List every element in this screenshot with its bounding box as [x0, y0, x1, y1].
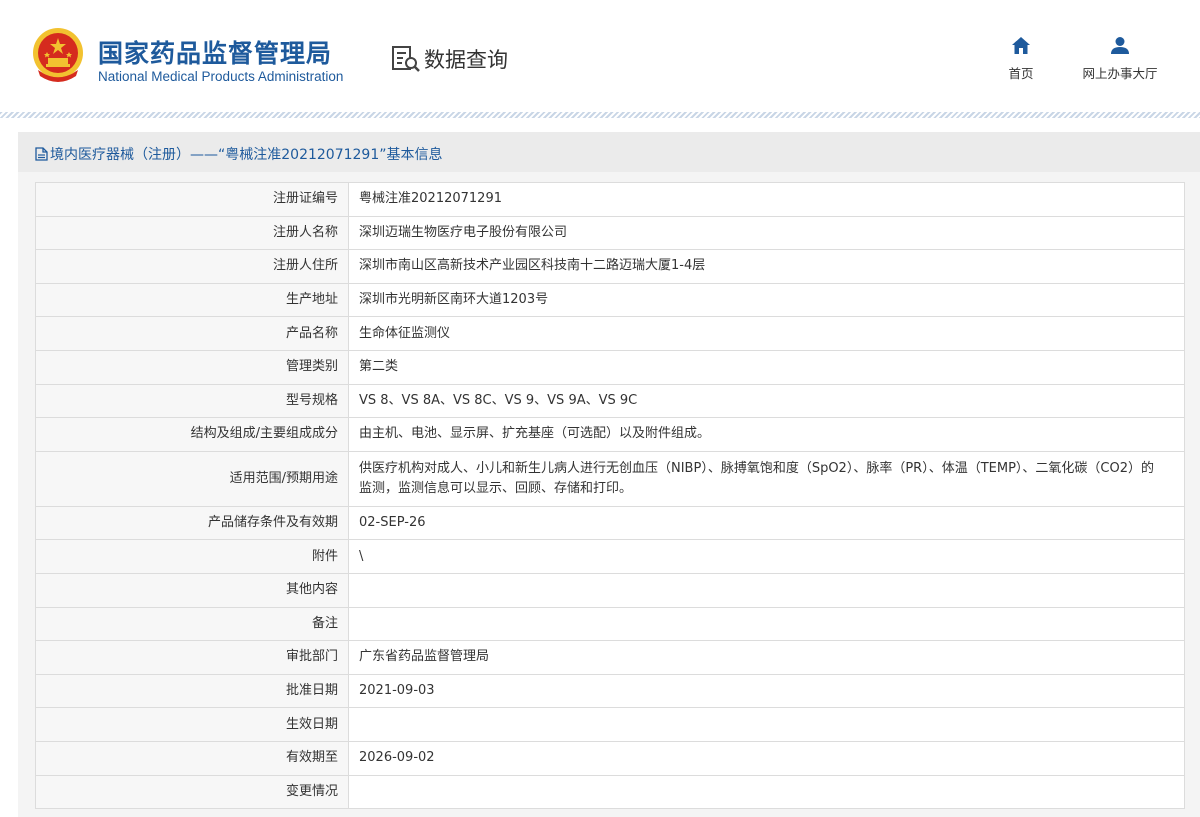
- table-row: 结构及组成/主要组成成分 由主机、电池、显示屏、扩充基座（可选配）以及附件组成。: [35, 417, 1185, 452]
- header-divider: [0, 112, 1200, 118]
- registration-info-table: 注册证编号 粤械注准20212071291 注册人名称 深圳迈瑞生物医疗电子股份有限公…: [35, 182, 1185, 810]
- row-value: [348, 774, 1185, 810]
- table-row: 生产地址 深圳市光明新区南环大道1203号: [35, 282, 1185, 318]
- home-icon: [1012, 37, 1030, 54]
- row-label: 审批部门: [35, 640, 349, 675]
- nav-online-office[interactable]: 网上办事大厅: [1070, 36, 1170, 82]
- row-label: 其他内容: [35, 572, 349, 608]
- table-row: 批准日期 2021-09-03: [35, 673, 1185, 709]
- row-value: 2021-09-03: [348, 673, 1185, 709]
- table-row: 附件 \: [35, 539, 1185, 574]
- table-row: 注册证编号 粤械注准20212071291: [35, 182, 1185, 217]
- row-value: 供医疗机构对成人、小儿和新生儿病人进行无创血压（NIBP）、脉搏氧饱和度（SpO…: [348, 450, 1185, 507]
- row-value: [348, 606, 1185, 642]
- row-label: 批准日期: [35, 673, 349, 709]
- row-label: 产品名称: [35, 316, 349, 351]
- nav-home-label: 首页: [1008, 66, 1034, 81]
- row-value: 深圳市南山区高新技术产业园区科技南十二路迈瑞大厦1-4层: [348, 249, 1185, 284]
- table-row: 产品储存条件及有效期 02-SEP-26: [35, 505, 1185, 541]
- user-icon: [1111, 37, 1129, 54]
- row-label: 备注: [35, 606, 349, 642]
- row-value: 广东省药品监督管理局: [348, 640, 1185, 675]
- table-row: 管理类别 第二类: [35, 349, 1185, 385]
- table-row: 备注: [35, 606, 1185, 642]
- agency-name-cn[interactable]: 国家药品监督管理局: [98, 34, 332, 70]
- row-label: 产品储存条件及有效期: [35, 505, 349, 541]
- row-label: 注册人名称: [35, 215, 349, 251]
- nav-online-office-label: 网上办事大厅: [1082, 66, 1158, 81]
- row-value: [348, 707, 1185, 742]
- row-label: 型号规格: [35, 383, 349, 419]
- row-label: 注册人住所: [35, 249, 349, 284]
- table-row: 变更情况: [35, 774, 1185, 810]
- document-icon: [35, 147, 48, 161]
- row-value: 由主机、电池、显示屏、扩充基座（可选配）以及附件组成。: [348, 417, 1185, 452]
- row-value: 粤械注准20212071291: [348, 182, 1185, 217]
- row-value: [348, 572, 1185, 608]
- section-title: 数据查询: [424, 48, 508, 72]
- table-row: 适用范围/预期用途 供医疗机构对成人、小儿和新生儿病人进行无创血压（NIBP）、脉…: [35, 450, 1185, 507]
- site-header: 国家药品监督管理局 National Medical Products Admi…: [0, 0, 1200, 114]
- row-label: 有效期至: [35, 740, 349, 776]
- row-value: \: [348, 539, 1185, 574]
- national-emblem-icon[interactable]: [30, 26, 86, 84]
- table-row: 注册人住所 深圳市南山区高新技术产业园区科技南十二路迈瑞大厦1-4层: [35, 249, 1185, 284]
- table-row: 产品名称 生命体征监测仪: [35, 316, 1185, 351]
- row-value: 第二类: [348, 349, 1185, 385]
- row-value: 深圳迈瑞生物医疗电子股份有限公司: [348, 215, 1185, 251]
- row-label: 结构及组成/主要组成成分: [35, 417, 349, 452]
- panel-title: 境内医疗器械（注册）——“粤械注准20212071291”基本信息: [35, 144, 442, 164]
- row-label: 适用范围/预期用途: [35, 450, 349, 507]
- table-row: 生效日期: [35, 707, 1185, 742]
- row-label: 变更情况: [35, 774, 349, 810]
- row-value: 02-SEP-26: [348, 505, 1185, 541]
- row-value: VS 8、VS 8A、VS 8C、VS 9、VS 9A、VS 9C: [348, 383, 1185, 419]
- panel-title-text: 境内医疗器械（注册）——“粤械注准20212071291”基本信息: [50, 147, 443, 163]
- data-query-icon: [392, 46, 420, 72]
- table-row: 注册人名称 深圳迈瑞生物医疗电子股份有限公司: [35, 215, 1185, 251]
- row-label: 附件: [35, 539, 349, 574]
- row-value: 深圳市光明新区南环大道1203号: [348, 282, 1185, 318]
- agency-name-en[interactable]: National Medical Products Administration: [98, 69, 343, 84]
- table-row: 其他内容: [35, 572, 1185, 608]
- row-value: 生命体征监测仪: [348, 316, 1185, 351]
- table-row: 审批部门 广东省药品监督管理局: [35, 640, 1185, 675]
- table-row: 型号规格 VS 8、VS 8A、VS 8C、VS 9、VS 9A、VS 9C: [35, 383, 1185, 419]
- row-value: 2026-09-02: [348, 740, 1185, 776]
- nav-home[interactable]: 首页: [998, 36, 1044, 82]
- table-row: 有效期至 2026-09-02: [35, 740, 1185, 776]
- row-label: 注册证编号: [35, 182, 349, 217]
- row-label: 生效日期: [35, 707, 349, 742]
- row-label: 管理类别: [35, 349, 349, 385]
- row-label: 生产地址: [35, 282, 349, 318]
